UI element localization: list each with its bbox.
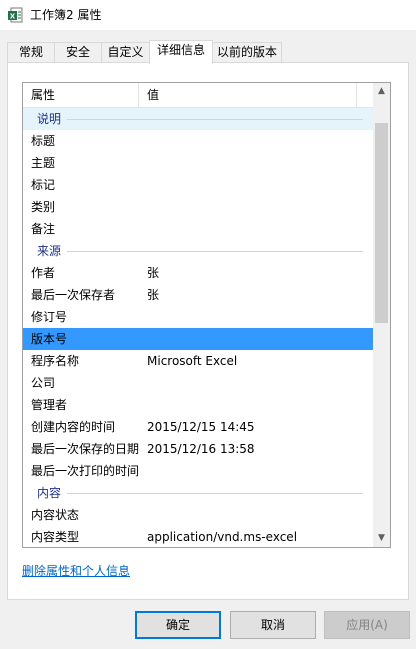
scroll-thumb[interactable] (375, 123, 388, 323)
property-name: 标题 (31, 134, 56, 148)
property-name: 内容类型 (31, 530, 80, 544)
list-item[interactable]: 备注 (23, 218, 373, 240)
property-name: 主题 (31, 156, 56, 170)
list-item[interactable]: 内容状态 (23, 504, 373, 526)
tab-security[interactable]: 安全 (54, 42, 102, 63)
list-item[interactable]: 程序名称 Microsoft Excel (23, 350, 373, 372)
property-value: application/vnd.ms-excel (147, 530, 298, 544)
list-item[interactable]: 最后一次打印的时间 (23, 460, 373, 482)
property-value: 张 (147, 288, 160, 302)
list-item[interactable]: 作者 张 (23, 262, 373, 284)
list-item[interactable]: 最后一次保存者 张 (23, 284, 373, 306)
property-name: 作者 (31, 266, 56, 280)
group-divider (67, 493, 363, 494)
cancel-button[interactable]: 取消 (230, 611, 316, 639)
tab-previous-versions[interactable]: 以前的版本 (212, 42, 282, 63)
tab-details[interactable]: 详细信息 (149, 40, 213, 64)
scroll-up-arrow-icon[interactable]: ▲ (373, 83, 390, 100)
property-value: Microsoft Excel (147, 354, 238, 368)
column-header-property[interactable]: 属性 (31, 83, 55, 107)
property-name: 修订号 (31, 310, 68, 324)
svg-text:X: X (10, 13, 16, 21)
group-header[interactable]: 内容 (23, 482, 373, 504)
properties-dialog: X 工作簿2 属性 常规 安全 自定义 详细信息 以前的版本 属性 值 说明标题… (0, 0, 416, 649)
group-label: 说明 (37, 112, 62, 126)
column-divider[interactable] (138, 83, 139, 107)
property-name: 类别 (31, 200, 56, 214)
property-name: 公司 (31, 376, 56, 390)
column-divider[interactable] (356, 83, 357, 107)
details-panel: 属性 值 说明 标题 主题 标记 类别 备注 来源 作者张最后一次保存者张修订号 版本号 程序名称… (7, 62, 409, 600)
list-item[interactable]: 标记 (23, 174, 373, 196)
group-label: 来源 (37, 244, 62, 258)
property-name: 管理者 (31, 398, 68, 412)
property-name: 备注 (31, 222, 56, 236)
list-item[interactable]: 管理者 (23, 394, 373, 416)
property-name: 标记 (31, 178, 56, 192)
column-header-value[interactable]: 值 (147, 83, 159, 107)
property-name: 最后一次保存者 (31, 288, 116, 302)
property-name: 创建内容的时间 (31, 420, 116, 434)
property-name: 最后一次保存的日期 (31, 442, 140, 456)
list-item[interactable]: 内容类型 application/vnd.ms-excel (23, 526, 373, 547)
excel-file-icon: X (8, 7, 23, 23)
list-item[interactable]: 修订号 (23, 306, 373, 328)
property-list[interactable]: 属性 值 说明 标题 主题 标记 类别 备注 来源 作者张最后一次保存者张修订号 版本号 程序名称… (22, 82, 391, 548)
title-bar: X 工作簿2 属性 (0, 0, 416, 30)
property-value: 张 (147, 266, 160, 280)
apply-button[interactable]: 应用(A) (324, 611, 410, 639)
property-name: 程序名称 (31, 354, 80, 368)
group-divider (67, 119, 363, 120)
scroll-down-arrow-icon[interactable]: ▼ (373, 530, 390, 547)
list-header: 属性 值 (23, 83, 373, 108)
property-name: 内容状态 (31, 508, 80, 522)
property-name: 最后一次打印的时间 (31, 464, 140, 478)
list-item[interactable]: 版本号 (23, 328, 373, 350)
list-item[interactable]: 公司 (23, 372, 373, 394)
tab-general[interactable]: 常规 (7, 42, 55, 63)
property-value: 2015/12/16 13:58 (147, 442, 255, 456)
list-item[interactable]: 创建内容的时间 2015/12/15 14:45 (23, 416, 373, 438)
tab-custom[interactable]: 自定义 (101, 42, 150, 63)
group-header[interactable]: 来源 (23, 240, 373, 262)
vertical-scrollbar[interactable]: ▲ ▼ (373, 83, 390, 547)
list-item[interactable]: 最后一次保存的日期 2015/12/16 13:58 (23, 438, 373, 460)
remove-properties-link[interactable]: 删除属性和个人信息 (22, 562, 130, 579)
ok-button[interactable]: 确定 (135, 611, 221, 639)
property-name: 版本号 (31, 332, 68, 346)
group-divider (67, 251, 363, 252)
group-label: 内容 (37, 486, 62, 500)
property-value: 2015/12/15 14:45 (147, 420, 255, 434)
list-item[interactable]: 标题 (23, 130, 373, 152)
group-header[interactable]: 说明 (23, 108, 373, 130)
list-item[interactable]: 主题 (23, 152, 373, 174)
list-item[interactable]: 类别 (23, 196, 373, 218)
window-title: 工作簿2 属性 (30, 8, 102, 22)
